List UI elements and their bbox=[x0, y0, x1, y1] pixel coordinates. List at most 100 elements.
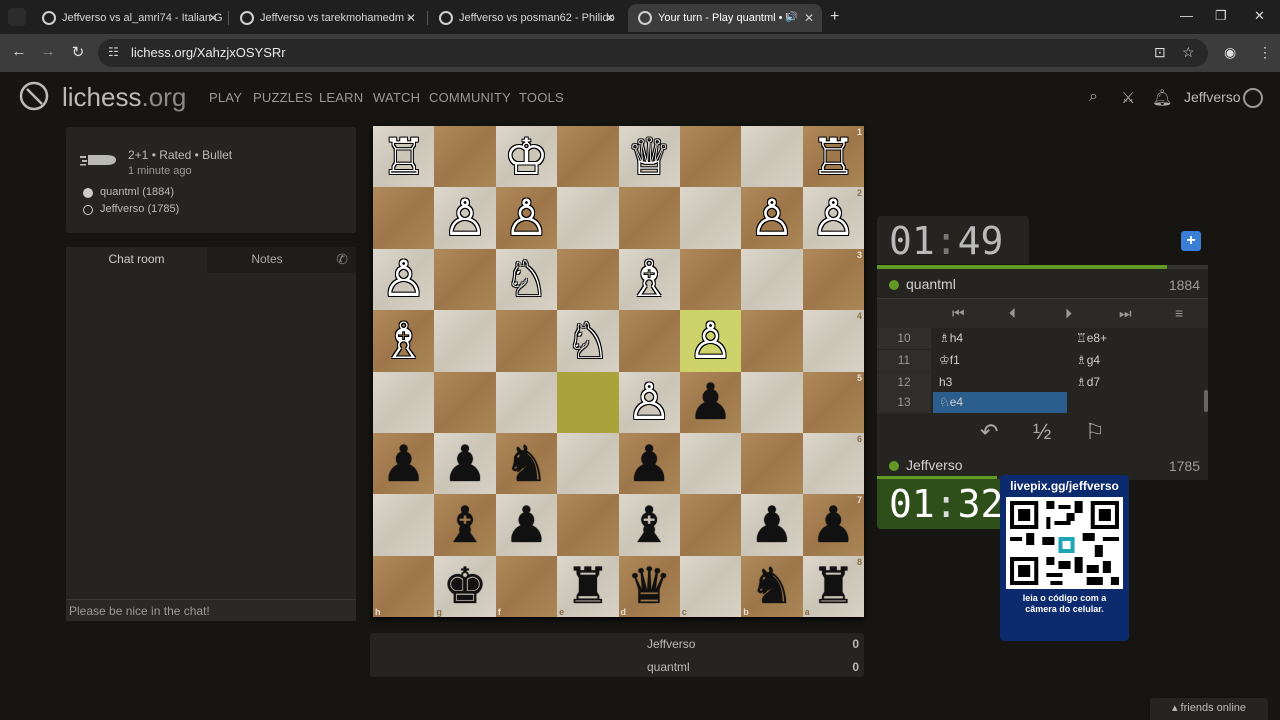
board-square[interactable]: ♙ bbox=[434, 187, 496, 249]
board-square[interactable]: ♟ bbox=[679, 371, 742, 433]
board-square[interactable]: ♖ 1 bbox=[802, 126, 864, 188]
board-square[interactable]: ♙ bbox=[679, 310, 742, 372]
board-square[interactable] bbox=[557, 126, 619, 188]
white-piece[interactable]: ♖ bbox=[381, 132, 426, 182]
board-square[interactable] bbox=[434, 371, 496, 433]
board-square[interactable] bbox=[373, 371, 435, 433]
board-square[interactable] bbox=[741, 432, 803, 495]
add-time-button[interactable]: + bbox=[1181, 231, 1201, 251]
board-square[interactable]: ♘ bbox=[557, 310, 619, 372]
user-avatar-icon[interactable] bbox=[1243, 88, 1263, 108]
board-square[interactable] bbox=[495, 310, 558, 372]
profile-icon[interactable]: ◉ bbox=[1224, 44, 1236, 61]
black-piece[interactable]: ♟ bbox=[504, 500, 549, 550]
board-square[interactable]: ♘ bbox=[495, 248, 558, 311]
white-piece[interactable]: ♕ bbox=[627, 132, 672, 182]
move-current[interactable]: ♘e4 bbox=[939, 392, 963, 413]
prev-move-icon[interactable]: ⏴ bbox=[1009, 305, 1016, 322]
board-square[interactable] bbox=[557, 432, 619, 495]
board-square[interactable]: 6 bbox=[802, 432, 864, 495]
tab-close-icon[interactable]: ✕ bbox=[208, 4, 218, 32]
white-piece[interactable]: ♙ bbox=[811, 193, 856, 243]
bookmark-star-icon[interactable]: ☆ bbox=[1182, 44, 1195, 61]
white-piece[interactable]: ♙ bbox=[504, 193, 549, 243]
browser-tab[interactable]: Jeffverso vs tarekmohamedm - ✕ bbox=[230, 4, 424, 32]
move[interactable]: ♖e8+ bbox=[1076, 328, 1107, 349]
new-tab-button[interactable]: + bbox=[830, 8, 839, 26]
board-square[interactable]: ♟ bbox=[495, 494, 558, 556]
board-square[interactable]: ♜ 8 a bbox=[802, 555, 864, 617]
board-square[interactable] bbox=[557, 248, 619, 311]
board-square[interactable]: ♞ b bbox=[741, 555, 803, 617]
first-move-icon[interactable]: ⏮ bbox=[952, 305, 965, 322]
white-piece[interactable]: ♙ bbox=[750, 193, 795, 243]
black-piece[interactable]: ♟ bbox=[381, 439, 426, 489]
install-app-icon[interactable]: ⊡ bbox=[1154, 44, 1166, 61]
offer-draw-button[interactable]: ½ bbox=[1033, 419, 1051, 445]
board-square[interactable]: ♟ bbox=[618, 432, 680, 495]
white-piece[interactable]: ♘ bbox=[565, 316, 610, 366]
self-name[interactable]: Jeffverso bbox=[906, 457, 963, 473]
chat-input[interactable]: Please be nice in the chat! bbox=[66, 599, 356, 621]
tab-close-icon[interactable]: ✕ bbox=[406, 4, 416, 32]
board-square[interactable] bbox=[741, 371, 803, 433]
browser-tab[interactable]: Jeffverso vs al_amri74 - Italian G ✕ bbox=[32, 4, 226, 32]
board-square[interactable] bbox=[557, 187, 619, 249]
black-player-link[interactable]: Jeffverso (1785) bbox=[83, 203, 179, 215]
board-square[interactable] bbox=[434, 310, 496, 372]
board-square[interactable] bbox=[741, 248, 803, 311]
white-piece[interactable]: ♘ bbox=[504, 254, 549, 304]
board-square[interactable]: ♕ bbox=[618, 126, 680, 188]
white-piece[interactable]: ♙ bbox=[443, 193, 488, 243]
takeback-icon[interactable]: ↶ bbox=[980, 419, 998, 445]
black-piece[interactable]: ♟ bbox=[811, 500, 856, 550]
board-square[interactable]: ♞ bbox=[495, 432, 558, 495]
white-piece[interactable]: ♙ bbox=[381, 254, 426, 304]
move[interactable]: h3 bbox=[939, 372, 952, 393]
move[interactable]: ♗g4 bbox=[1076, 350, 1100, 371]
board-square[interactable]: h bbox=[373, 555, 435, 617]
board-square[interactable]: ♔ bbox=[495, 126, 558, 188]
chess-board[interactable]: ♖ ♔ ♕ ♖ 1 ♙ ♙ ♙ ♙ 2 ♙ ♘ ♗ 3 ♗ ♘ ♙ 4 ♙ ♟ 5 ♟ ♟ ♞ ♟ 6 ♝ ♟ ♝ ♟ ♟ 7 h ♚ g f ♜ e ♛ d… bbox=[373, 126, 864, 617]
board-square[interactable] bbox=[495, 371, 558, 433]
board-square[interactable]: ♝ bbox=[434, 494, 496, 556]
white-piece[interactable]: ♗ bbox=[627, 254, 672, 304]
board-square[interactable]: 5 bbox=[802, 371, 864, 433]
move[interactable]: ♗h4 bbox=[939, 328, 963, 349]
white-piece[interactable]: ♙ bbox=[627, 377, 672, 427]
board-square[interactable] bbox=[679, 126, 742, 188]
board-square[interactable]: ♟ bbox=[373, 432, 435, 495]
board-square[interactable]: ♟ 7 bbox=[802, 494, 864, 556]
black-piece[interactable]: ♟ bbox=[750, 500, 795, 550]
minimize-icon[interactable]: — bbox=[1180, 8, 1193, 23]
black-piece[interactable]: ♞ bbox=[504, 439, 549, 489]
board-square[interactable]: ♟ bbox=[741, 494, 803, 556]
search-icon[interactable]: ⌕ bbox=[1089, 88, 1098, 106]
board-square[interactable] bbox=[373, 187, 435, 249]
black-piece[interactable]: ♝ bbox=[627, 500, 672, 550]
back-icon[interactable]: ← bbox=[9, 43, 29, 60]
tab-notes[interactable]: Notes bbox=[207, 247, 327, 273]
next-move-icon[interactable]: ⏵ bbox=[1065, 305, 1072, 322]
board-square[interactable]: ♙ bbox=[741, 187, 803, 249]
nav-community[interactable]: COMMUNITY bbox=[429, 90, 511, 105]
move[interactable]: ♗d7 bbox=[1076, 372, 1100, 393]
phone-icon[interactable]: ✆ bbox=[336, 251, 348, 268]
board-square[interactable] bbox=[741, 310, 803, 372]
browser-tab[interactable]: Jeffverso vs posman62 - Philido ✕ bbox=[429, 4, 623, 32]
board-square[interactable]: ♙ bbox=[618, 371, 680, 433]
nav-puzzles[interactable]: PUZZLES bbox=[253, 90, 313, 105]
black-piece[interactable]: ♞ bbox=[750, 561, 795, 611]
black-piece[interactable]: ♜ bbox=[811, 561, 856, 611]
board-square[interactable] bbox=[741, 126, 803, 188]
black-piece[interactable]: ♟ bbox=[443, 439, 488, 489]
notifications-bell-icon[interactable]: 🔔︎ bbox=[1152, 88, 1172, 108]
move[interactable]: ♔f1 bbox=[939, 350, 960, 371]
black-piece[interactable]: ♟ bbox=[688, 377, 733, 427]
board-square[interactable]: ♙ 2 bbox=[802, 187, 864, 249]
more-menu-icon[interactable]: ⋮ bbox=[1258, 44, 1272, 61]
nav-tools[interactable]: TOOLS bbox=[519, 90, 564, 105]
board-square[interactable] bbox=[618, 310, 680, 372]
white-piece[interactable]: ♖ bbox=[811, 132, 856, 182]
browser-tab-active[interactable]: Your turn - Play quantml • li 🔊 ✕ bbox=[628, 4, 822, 32]
